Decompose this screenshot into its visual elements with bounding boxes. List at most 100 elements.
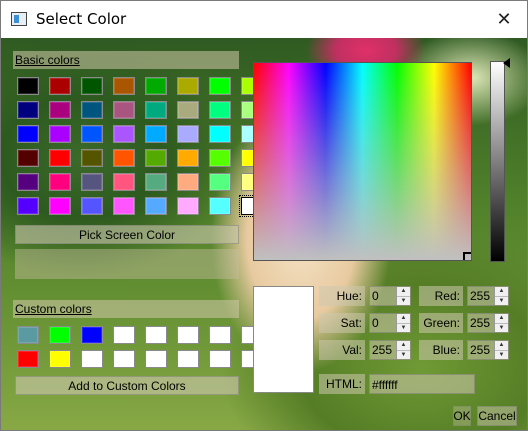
basic-color-swatch[interactable] (17, 197, 39, 215)
custom-color-swatch[interactable] (49, 350, 71, 368)
add-to-custom-colors-button[interactable]: Add to Custom Colors (15, 376, 239, 395)
blue-up-icon[interactable]: ▲ (495, 341, 508, 351)
basic-color-swatch[interactable] (145, 77, 167, 95)
custom-color-swatch[interactable] (81, 350, 103, 368)
custom-color-swatch[interactable] (17, 326, 39, 344)
html-label: HTML: (319, 374, 365, 394)
basic-color-swatch[interactable] (177, 197, 199, 215)
blue-spinbox[interactable]: 255 ▲ ▼ (467, 340, 509, 360)
basic-color-swatch[interactable] (145, 125, 167, 143)
green-spin-buttons[interactable]: ▲ ▼ (494, 314, 508, 332)
green-down-icon[interactable]: ▼ (495, 324, 508, 333)
basic-color-swatch[interactable] (49, 125, 71, 143)
basic-color-swatch[interactable] (49, 197, 71, 215)
red-spinbox[interactable]: 255 ▲ ▼ (467, 286, 509, 306)
basic-color-swatch[interactable] (113, 77, 135, 95)
basic-color-swatch[interactable] (145, 173, 167, 191)
html-hex-input[interactable]: #ffffff (369, 374, 475, 394)
val-up-icon[interactable]: ▲ (397, 341, 410, 351)
custom-color-swatch[interactable] (17, 350, 39, 368)
basic-color-swatch[interactable] (145, 149, 167, 167)
custom-color-swatch[interactable] (177, 326, 199, 344)
custom-color-swatch[interactable] (177, 350, 199, 368)
hue-up-icon[interactable]: ▲ (397, 287, 410, 297)
slider-arrow-icon[interactable] (503, 58, 510, 68)
sat-spin-buttons[interactable]: ▲ ▼ (396, 314, 410, 332)
val-down-icon[interactable]: ▼ (397, 351, 410, 360)
basic-color-swatch[interactable] (209, 125, 231, 143)
green-label: Green: (419, 313, 463, 333)
basic-color-swatch[interactable] (81, 77, 103, 95)
sat-up-icon[interactable]: ▲ (397, 314, 410, 324)
custom-color-swatch[interactable] (209, 350, 231, 368)
basic-color-swatch[interactable] (81, 125, 103, 143)
basic-color-swatch[interactable] (177, 149, 199, 167)
basic-color-swatch[interactable] (17, 173, 39, 191)
value-luminance-slider[interactable] (490, 61, 505, 262)
basic-color-swatch[interactable] (145, 101, 167, 119)
custom-color-swatch[interactable] (113, 350, 135, 368)
red-up-icon[interactable]: ▲ (495, 287, 508, 297)
basic-color-swatch[interactable] (49, 173, 71, 191)
basic-color-swatch[interactable] (113, 125, 135, 143)
close-button[interactable]: ✕ (481, 1, 527, 38)
hue-spin-buttons[interactable]: ▲ ▼ (396, 287, 410, 305)
blue-down-icon[interactable]: ▼ (495, 351, 508, 360)
red-value[interactable]: 255 (468, 287, 494, 305)
basic-color-swatch[interactable] (113, 173, 135, 191)
basic-color-swatch[interactable] (49, 149, 71, 167)
color-spectrum-picker[interactable] (253, 62, 472, 261)
basic-color-swatch[interactable] (17, 125, 39, 143)
basic-color-swatch[interactable] (49, 77, 71, 95)
hue-value[interactable]: 0 (370, 287, 396, 305)
basic-color-swatch[interactable] (49, 101, 71, 119)
ok-button[interactable]: OK (453, 406, 471, 426)
current-color-preview (253, 286, 314, 393)
basic-color-swatch[interactable] (177, 77, 199, 95)
sat-spinbox[interactable]: 0 ▲ ▼ (369, 313, 411, 333)
green-value[interactable]: 255 (468, 314, 494, 332)
green-up-icon[interactable]: ▲ (495, 314, 508, 324)
basic-color-swatch[interactable] (177, 101, 199, 119)
custom-color-swatch[interactable] (145, 350, 167, 368)
red-down-icon[interactable]: ▼ (495, 297, 508, 306)
blue-value[interactable]: 255 (468, 341, 494, 359)
sat-down-icon[interactable]: ▼ (397, 324, 410, 333)
custom-color-swatch[interactable] (49, 326, 71, 344)
green-spinbox[interactable]: 255 ▲ ▼ (467, 313, 509, 333)
basic-color-swatch[interactable] (209, 173, 231, 191)
basic-color-swatch[interactable] (81, 197, 103, 215)
pick-screen-color-button[interactable]: Pick Screen Color (15, 225, 239, 244)
basic-color-swatch[interactable] (177, 125, 199, 143)
basic-color-swatch[interactable] (81, 173, 103, 191)
basic-color-swatch[interactable] (209, 197, 231, 215)
cancel-button[interactable]: Cancel (477, 406, 517, 426)
spectrum-crosshair (463, 252, 471, 260)
basic-color-swatch[interactable] (81, 149, 103, 167)
custom-color-swatch[interactable] (81, 326, 103, 344)
basic-color-swatch[interactable] (209, 149, 231, 167)
custom-color-swatch[interactable] (209, 326, 231, 344)
hue-down-icon[interactable]: ▼ (397, 297, 410, 306)
val-spinbox[interactable]: 255 ▲ ▼ (369, 340, 411, 360)
basic-color-swatch[interactable] (177, 173, 199, 191)
basic-color-swatch[interactable] (17, 101, 39, 119)
basic-color-swatch[interactable] (145, 197, 167, 215)
basic-color-swatch[interactable] (209, 101, 231, 119)
basic-color-swatch[interactable] (113, 149, 135, 167)
basic-color-swatch[interactable] (17, 149, 39, 167)
blue-spin-buttons[interactable]: ▲ ▼ (494, 341, 508, 359)
sat-value[interactable]: 0 (370, 314, 396, 332)
basic-color-swatch[interactable] (209, 77, 231, 95)
basic-color-swatch[interactable] (113, 101, 135, 119)
val-spin-buttons[interactable]: ▲ ▼ (396, 341, 410, 359)
custom-color-swatch[interactable] (113, 326, 135, 344)
sat-label: Sat: (319, 313, 365, 333)
basic-color-swatch[interactable] (113, 197, 135, 215)
red-spin-buttons[interactable]: ▲ ▼ (494, 287, 508, 305)
hue-spinbox[interactable]: 0 ▲ ▼ (369, 286, 411, 306)
basic-color-swatch[interactable] (17, 77, 39, 95)
val-value[interactable]: 255 (370, 341, 396, 359)
custom-color-swatch[interactable] (145, 326, 167, 344)
basic-color-swatch[interactable] (81, 101, 103, 119)
